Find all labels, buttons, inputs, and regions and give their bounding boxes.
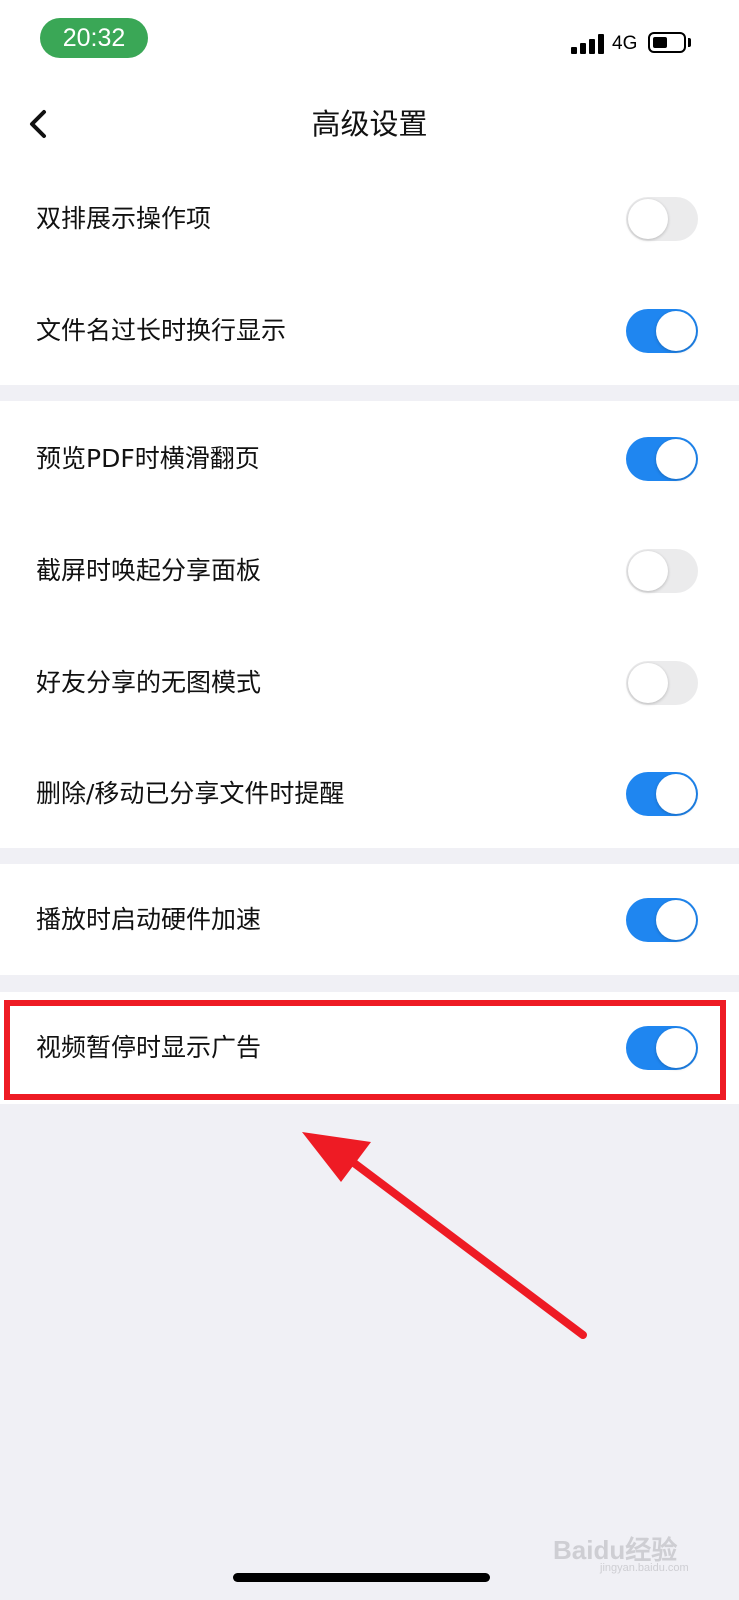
watermark-url: jingyan.baidu.com — [600, 1562, 689, 1574]
home-indicator[interactable] — [233, 1573, 490, 1582]
arrow-annotation — [302, 1132, 587, 1339]
